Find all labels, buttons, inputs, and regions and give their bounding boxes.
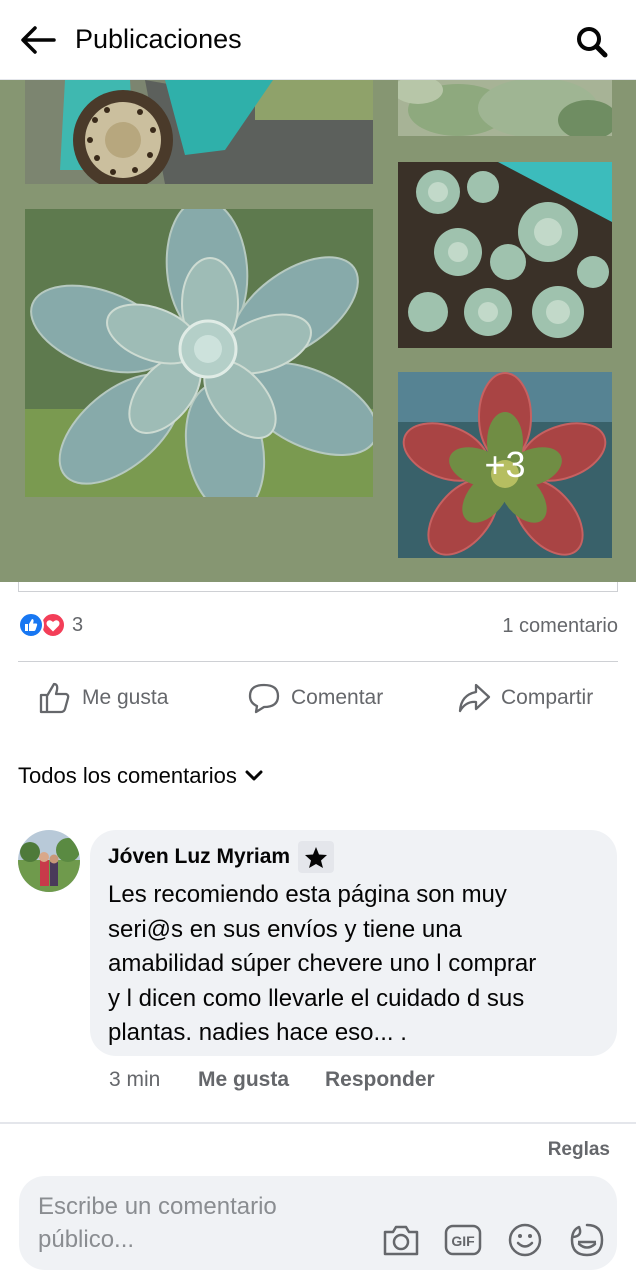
comment-button[interactable]: Comentar: [247, 678, 383, 718]
thumbs-up-icon: [38, 681, 72, 715]
comment-bubble: Jóven Luz Myriam Les recomiendo esta pág…: [90, 830, 617, 1056]
back-arrow-icon: [21, 26, 56, 54]
camera-icon[interactable]: [381, 1220, 421, 1260]
sticker-icon[interactable]: [567, 1220, 607, 1260]
comments-filter-dropdown[interactable]: Todos los comentarios: [18, 763, 265, 789]
post-photo-1[interactable]: [25, 80, 373, 184]
like-reaction-icon: [18, 612, 44, 638]
star-icon: [298, 841, 335, 873]
post-photo-2[interactable]: [398, 80, 612, 136]
page-title: Publicaciones: [75, 24, 242, 54]
share-button[interactable]: Compartir: [457, 678, 593, 718]
post-photo-4[interactable]: [398, 162, 612, 348]
comment-input[interactable]: Escribe un comentario público...: [38, 1190, 338, 1256]
post-frame-edge: [18, 582, 618, 592]
comment-like-button[interactable]: Me gusta: [198, 1068, 289, 1092]
share-icon: [457, 681, 491, 715]
comment-composer[interactable]: Escribe un comentario público... GIF: [19, 1176, 617, 1270]
commenter-avatar[interactable]: [18, 830, 80, 892]
comment-author[interactable]: Jóven Luz Myriam: [108, 845, 290, 869]
comment-text: Les recomiendo esta página son muy seri@…: [108, 881, 537, 1046]
back-button[interactable]: [18, 22, 58, 58]
chevron-down-icon: [245, 766, 265, 786]
share-button-label: Compartir: [501, 686, 594, 709]
divider: [0, 1122, 636, 1124]
emoji-icon[interactable]: [505, 1220, 545, 1260]
divider: [18, 661, 618, 662]
svg-text:GIF: GIF: [451, 1233, 475, 1249]
search-icon: [577, 27, 608, 58]
post-photo-3[interactable]: [25, 209, 373, 497]
gif-icon[interactable]: GIF: [443, 1220, 483, 1260]
like-button-label: Me gusta: [82, 686, 169, 709]
rules-link[interactable]: Reglas: [548, 1139, 610, 1161]
top-bar: Publicaciones: [0, 0, 636, 80]
comment-timestamp: 3 min: [109, 1068, 161, 1091]
photo-collage: +3: [0, 80, 636, 582]
comment-reply-button[interactable]: Responder: [325, 1068, 435, 1092]
comment-count-link[interactable]: 1 comentario: [502, 615, 618, 638]
reaction-count: 3: [72, 613, 84, 636]
reactions-summary[interactable]: 3: [18, 612, 83, 638]
comment-icon: [247, 681, 281, 715]
search-button[interactable]: [572, 22, 612, 62]
like-button[interactable]: Me gusta: [38, 678, 168, 718]
comment-button-label: Comentar: [291, 686, 384, 709]
comments-filter-label: Todos los comentarios: [18, 763, 237, 788]
post-photo-5[interactable]: +3: [398, 372, 612, 558]
more-photos-overlay[interactable]: +3: [398, 372, 612, 558]
